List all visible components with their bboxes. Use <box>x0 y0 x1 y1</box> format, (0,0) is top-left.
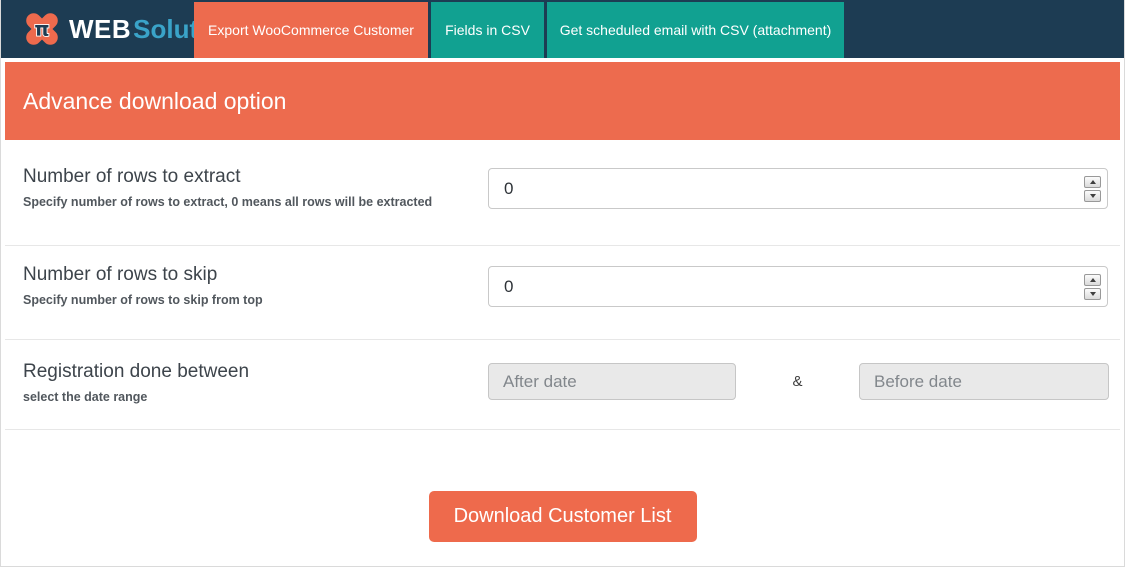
registration-range-hint: select the date range <box>23 390 249 404</box>
before-date-input[interactable] <box>859 363 1109 400</box>
registration-range-label: Registration done between <box>23 361 249 383</box>
rows-to-skip-input[interactable] <box>488 266 1108 307</box>
tab-bar: Export WooCommerce Customer Fields in CS… <box>194 0 847 58</box>
top-navigation-bar: π WEB Solution Export WooCommerce Custom… <box>1 0 1124 58</box>
number-spinner <box>1084 274 1101 300</box>
pi-symbol: π <box>34 18 49 41</box>
field-input-group <box>488 266 1108 307</box>
rows-to-skip-label: Number of rows to skip <box>23 264 263 286</box>
rows-to-extract-input[interactable] <box>488 168 1108 209</box>
date-range-input-group: & <box>488 363 1109 400</box>
pi-star-logo-icon: π <box>21 6 63 52</box>
rows-to-extract-label: Number of rows to extract <box>23 166 432 188</box>
field-label-group: Number of rows to extract Specify number… <box>23 166 432 209</box>
ampersand-separator: & <box>736 373 859 390</box>
action-footer: Download Customer List <box>5 430 1120 565</box>
brand-logo[interactable]: π WEB Solution <box>1 0 194 58</box>
tab-export-woocommerce-customer[interactable]: Export WooCommerce Customer <box>194 2 428 58</box>
after-date-input[interactable] <box>488 363 736 400</box>
form-row-rows-to-skip: Number of rows to skip Specify number of… <box>5 246 1120 340</box>
page-title: Advance download option <box>5 88 286 115</box>
number-input-wrapper <box>488 266 1108 307</box>
spin-down-button[interactable] <box>1084 288 1101 300</box>
spin-down-button[interactable] <box>1084 190 1101 202</box>
field-label-group: Number of rows to skip Specify number of… <box>23 264 263 307</box>
spin-up-button[interactable] <box>1084 274 1101 286</box>
field-input-group <box>488 168 1108 209</box>
spin-up-button[interactable] <box>1084 176 1101 188</box>
settings-card: π WEB Solution Export WooCommerce Custom… <box>0 0 1125 567</box>
rows-to-extract-hint: Specify number of rows to extract, 0 mea… <box>23 195 432 209</box>
rows-to-skip-hint: Specify number of rows to skip from top <box>23 293 263 307</box>
field-label-group: Registration done between select the dat… <box>23 361 249 404</box>
number-input-wrapper <box>488 168 1108 209</box>
tab-fields-in-csv[interactable]: Fields in CSV <box>431 2 544 58</box>
export-customer-settings-page: π WEB Solution Export WooCommerce Custom… <box>0 0 1126 572</box>
brand-name-web: WEB <box>69 14 131 45</box>
tab-scheduled-email-csv[interactable]: Get scheduled email with CSV (attachment… <box>547 2 844 58</box>
form-row-rows-to-extract: Number of rows to extract Specify number… <box>5 140 1120 246</box>
number-spinner <box>1084 176 1101 202</box>
download-customer-list-button[interactable]: Download Customer List <box>429 491 697 542</box>
page-title-banner: Advance download option <box>5 62 1120 140</box>
form-row-registration-date-range: Registration done between select the dat… <box>5 340 1120 430</box>
settings-content: Advance download option Number of rows t… <box>1 62 1124 565</box>
